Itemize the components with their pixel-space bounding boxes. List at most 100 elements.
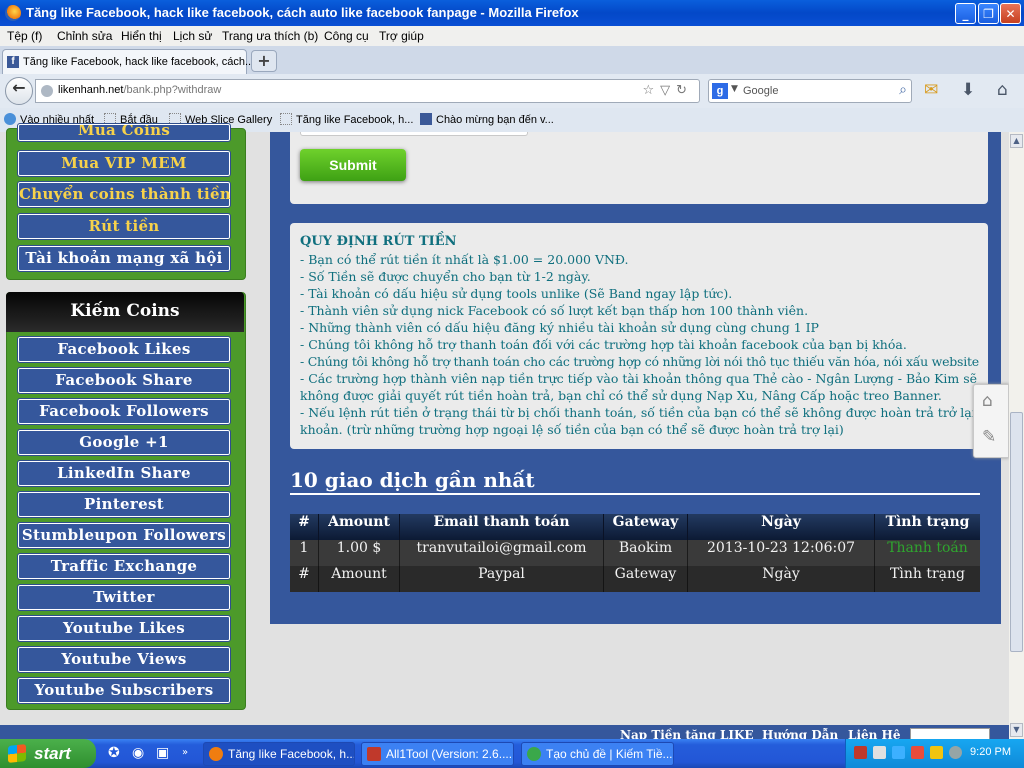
sidebar-item-buy-vip[interactable]: Mua VIP MEM [17, 150, 231, 177]
sidebar-item-youtube-likes[interactable]: Youtube Likes [17, 615, 231, 642]
tab-label: Tăng like Facebook, hack like facebook, … [23, 56, 255, 68]
chevron-down-icon[interactable]: ▼ [731, 84, 738, 94]
search-icon[interactable]: ⌕ [899, 82, 907, 98]
bookmark-chao-mung[interactable]: Chào mừng bạn đến v... [420, 113, 554, 126]
rule-line: khoản. (trừ những trường hợp ngoại lệ số… [300, 422, 844, 437]
sidebar-item-facebook-likes[interactable]: Facebook Likes [17, 336, 231, 363]
vertical-scrollbar[interactable]: ▲ ▼ [1009, 132, 1024, 739]
address-bar[interactable]: likenhanh.net/bank.php?withdraw ☆▽↻ [35, 79, 700, 103]
sidebar-item-linkedin-share[interactable]: LinkedIn Share [17, 460, 231, 487]
back-button[interactable]: ← [5, 77, 33, 105]
sidebar-item-traffic-exchange[interactable]: Traffic Exchange [17, 553, 231, 580]
submit-button[interactable]: Submit [300, 149, 406, 181]
taskbar-item-firefox[interactable]: Tăng like Facebook, h... [203, 742, 355, 766]
menu-tools[interactable]: Công cụ [324, 29, 369, 43]
scroll-up-arrow[interactable]: ▲ [1010, 134, 1023, 148]
window-title: Tăng like Facebook, hack like facebook, … [26, 5, 579, 20]
footer-search-input[interactable] [910, 728, 990, 739]
table-header-cell: Amount [319, 514, 400, 540]
tray-icon[interactable] [949, 746, 962, 759]
status-badge: Thanh toán [875, 540, 980, 566]
table-header-cell: Gateway [604, 514, 688, 540]
addon-icon[interactable]: ✉ [924, 80, 938, 100]
rule-line: - Số Tiền sẽ được chuyển cho bạn từ 1-2 … [300, 269, 591, 284]
scroll-thumb[interactable] [1010, 412, 1023, 652]
sidebar-item-facebook-followers[interactable]: Facebook Followers [17, 398, 231, 425]
rule-line: - Chúng tôi không hỗ trợ thanh toán đối … [300, 337, 907, 352]
table-cell: 1 [290, 540, 319, 566]
rule-line: không được giải quyết rút tiền hoàn trả,… [300, 388, 942, 403]
table-cell: 2013-10-23 12:06:07 [688, 540, 875, 566]
download-icon[interactable]: ⬇ [961, 80, 975, 100]
chevron-right-icon[interactable]: » [182, 747, 188, 758]
taskbar: start ✪ ◉ ▣ » Tăng like Facebook, h... A… [0, 739, 1024, 768]
search-box[interactable]: g ▼ Google ⌕ [708, 79, 912, 103]
sidebar-item-google-plus[interactable]: Google +1 [17, 429, 231, 456]
table-cell: Paypal [400, 566, 604, 592]
app-icon [367, 747, 381, 761]
footer-link[interactable]: Nạp Tiền tăng LIKE [620, 728, 754, 739]
menu-view[interactable]: Hiển thị [121, 29, 162, 43]
new-tab-button[interactable]: + [251, 50, 277, 72]
home-icon[interactable]: ⌂ [982, 391, 993, 411]
menu-bar: Tệp (f) Chỉnh sửa Hiển thị Lịch sử Trang… [0, 26, 1024, 47]
tray-icon[interactable] [930, 746, 943, 759]
bookmark-tang-like[interactable]: Tăng like Facebook, h... [280, 113, 413, 126]
footer-link[interactable]: Hướng Dẫn [762, 728, 838, 739]
firefox-icon[interactable]: ◉ [132, 745, 144, 761]
edit-icon[interactable]: ✎ [982, 427, 996, 447]
transactions-table: # Amount Email thanh toán Gateway Ngày T… [290, 514, 980, 594]
rule-line: - Các trường hợp thành viên nạp tiền trự… [300, 371, 978, 386]
menu-edit[interactable]: Chỉnh sửa [57, 29, 112, 43]
sidebar-item-pinterest[interactable]: Pinterest [17, 491, 231, 518]
taskbar-item-tao-chu-de[interactable]: Tạo chủ đề | Kiếm Tiề... [521, 742, 674, 766]
table-cell: # [290, 566, 319, 592]
globe-icon [41, 85, 53, 97]
menu-help[interactable]: Trợ giúp [379, 29, 424, 43]
google-icon: g [712, 83, 728, 99]
divider [290, 493, 980, 495]
sidebar-item-stumbleupon[interactable]: Stumbleupon Followers [17, 522, 231, 549]
sidebar-item-facebook-share[interactable]: Facebook Share [17, 367, 231, 394]
table-cell: Tình trạng [875, 566, 980, 592]
minimize-button[interactable]: _ [955, 3, 976, 24]
tray-icon[interactable] [873, 746, 886, 759]
footer-link[interactable]: Liên Hệ [848, 728, 901, 739]
sidebar-item-withdraw[interactable]: Rút tiền [17, 213, 231, 240]
start-button[interactable]: start [0, 739, 96, 768]
tray-icon[interactable] [911, 746, 924, 759]
menu-file[interactable]: Tệp (f) [7, 29, 42, 43]
sidebar-item-youtube-subscribers[interactable]: Youtube Subscribers [17, 677, 231, 704]
address-actions[interactable]: ☆▽↻ [642, 83, 693, 98]
sidebar-item-social-accounts[interactable]: Tài khoản mạng xã hội [17, 245, 231, 272]
facebook-icon: f [7, 56, 19, 68]
taskbar-item-all1tool[interactable]: All1Tool (Version: 2.6.... [361, 742, 514, 766]
quicklaunch-icon[interactable]: ✪ [108, 745, 120, 761]
tray-icon[interactable] [892, 746, 905, 759]
table-header-cell: Ngày [688, 514, 875, 540]
sidebar-item-youtube-views[interactable]: Youtube Views [17, 646, 231, 673]
table-cell: Amount [319, 566, 400, 592]
scroll-down-arrow[interactable]: ▼ [1010, 723, 1023, 737]
sidebar-item-buy-coins[interactable]: Mua Coins [17, 123, 231, 142]
quicklaunch-icon[interactable]: ▣ [156, 745, 169, 761]
floating-widget: ⌂ ✎ [973, 384, 1009, 458]
tray-icon[interactable] [854, 746, 867, 759]
bookmark-icon [4, 113, 16, 125]
sidebar-item-twitter[interactable]: Twitter [17, 584, 231, 611]
sidebar-item-convert-coins[interactable]: Chuyển coins thành tiền [17, 181, 231, 208]
navigation-bar: ← likenhanh.net/bank.php?withdraw ☆▽↻ g … [0, 74, 1024, 108]
restore-button[interactable]: ❐ [978, 3, 999, 24]
menu-history[interactable]: Lịch sử [173, 29, 212, 43]
window-titlebar[interactable]: Tăng like Facebook, hack like facebook, … [0, 0, 1024, 26]
table-row: # Amount Paypal Gateway Ngày Tình trạng [290, 566, 980, 592]
close-button[interactable]: ✕ [1000, 3, 1021, 24]
menu-bookmarks[interactable]: Trang ưa thích (b) [222, 29, 318, 43]
table-header-cell: # [290, 514, 319, 540]
table-row: 1 1.00 $ tranvutailoi@gmail.com Baokim 2… [290, 540, 980, 566]
form-field-partial[interactable] [300, 132, 528, 136]
home-icon[interactable]: ⌂ [997, 80, 1008, 100]
page-footer: Nạp Tiền tăng LIKE Hướng Dẫn Liên Hệ [0, 725, 1009, 739]
tab-active[interactable]: f Tăng like Facebook, hack like facebook… [2, 49, 254, 74]
search-placeholder: Google [743, 85, 779, 97]
